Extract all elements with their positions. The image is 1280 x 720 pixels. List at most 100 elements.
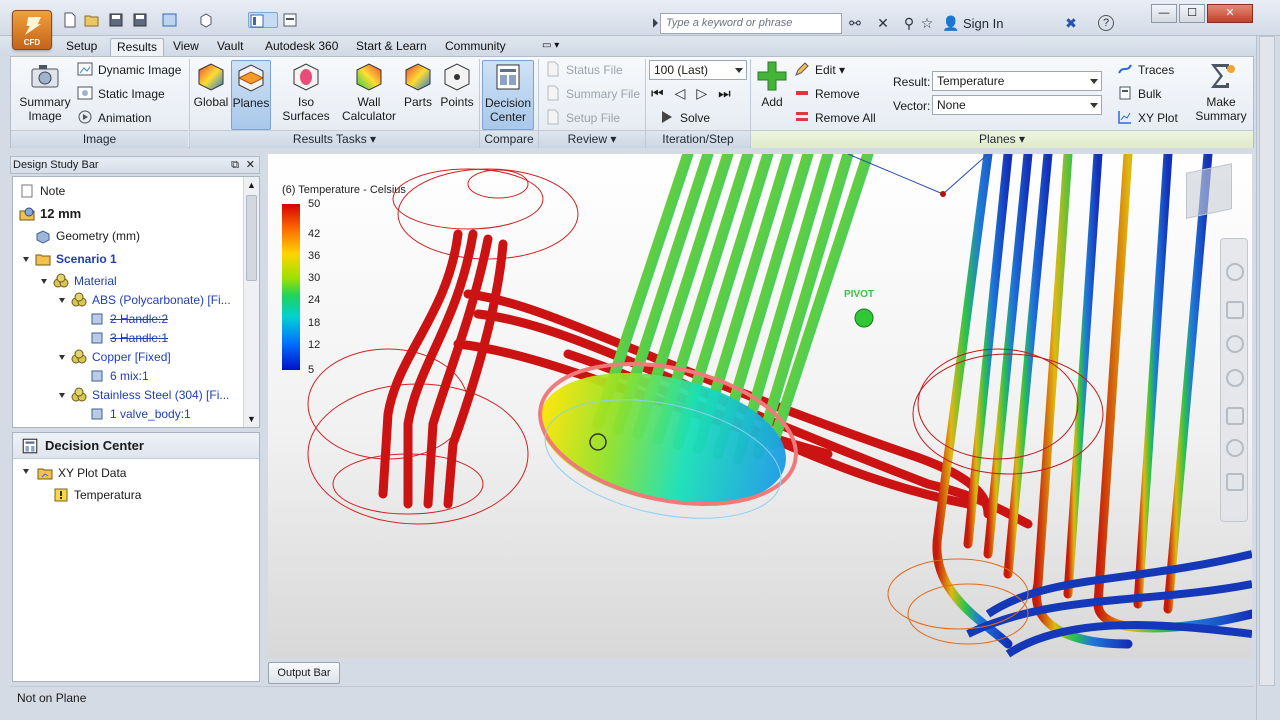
tree-scrollbar[interactable]: ▲ ▼	[243, 177, 259, 427]
summary-image-button[interactable]: Summary Image	[15, 60, 75, 123]
tree-item-scenario[interactable]: Scenario 1	[35, 249, 117, 269]
previous-step-icon[interactable]: ◁	[675, 85, 697, 101]
review-panel-title[interactable]: Review ▾	[539, 130, 645, 148]
sign-in-link[interactable]: Sign In	[963, 16, 1003, 31]
favorite-star-icon[interactable]: ☆	[918, 14, 936, 32]
key-icon[interactable]: ⚲	[900, 14, 918, 32]
tab-autodesk-360[interactable]: Autodesk 360	[259, 38, 344, 56]
iteration-select[interactable]: 100 (Last)	[649, 60, 747, 80]
tree-item-part[interactable]: 2 Handle:2	[89, 309, 168, 329]
tree-item-temperatura[interactable]: Temperatura	[53, 485, 141, 505]
look-at-icon[interactable]	[1226, 407, 1244, 425]
static-image-button[interactable]: Static Image	[77, 85, 165, 105]
collapse-icon[interactable]	[23, 257, 29, 262]
planes-panel-title[interactable]: Planes ▾	[751, 130, 1253, 148]
open-folder-icon[interactable]	[84, 12, 102, 28]
parts-button[interactable]: Parts	[399, 60, 437, 109]
float-panel-icon[interactable]: ⧉	[231, 157, 239, 173]
minimize-button[interactable]: —	[1151, 4, 1177, 23]
make-summary-button[interactable]: Make Summary	[1191, 60, 1251, 123]
tree-item-design[interactable]: 12 mm	[19, 204, 81, 224]
orbit-icon[interactable]	[1226, 369, 1244, 387]
close-window-button[interactable]: ✕	[1207, 4, 1253, 23]
output-bar-button[interactable]: Output Bar	[268, 662, 340, 684]
tab-view[interactable]: View	[167, 38, 205, 56]
new-file-icon[interactable]	[62, 12, 80, 28]
tab-start-learn[interactable]: Start & Learn	[350, 38, 433, 56]
tools-icon[interactable]: ✕	[874, 14, 892, 32]
save-icon[interactable]	[108, 12, 126, 28]
remove-all-planes-button[interactable]: Remove All	[794, 109, 876, 129]
window-icon[interactable]	[282, 12, 300, 28]
graphics-viewport[interactable]: (6) Temperature - Celsius 50 42 36 30 24…	[268, 154, 1252, 658]
ribbon-minimize-icon[interactable]: ▭ ▾	[536, 38, 565, 56]
panels-icon[interactable]	[248, 12, 278, 28]
free-orbit-icon[interactable]	[1226, 439, 1244, 457]
tree-item-note[interactable]: Note	[19, 181, 65, 201]
search-input[interactable]: Type a keyword or phrase	[660, 13, 842, 34]
application-menu-button[interactable]: CFD	[12, 10, 52, 50]
add-plane-button[interactable]: Add	[754, 60, 790, 109]
collapse-icon[interactable]	[23, 469, 29, 474]
walk-icon[interactable]	[1226, 473, 1244, 491]
search-expand-icon[interactable]	[653, 18, 658, 28]
results-tasks-panel-title[interactable]: Results Tasks ▾	[190, 130, 479, 148]
scroll-thumb[interactable]	[246, 195, 257, 281]
planes-button[interactable]: Planes	[231, 60, 271, 130]
solve-button[interactable]: Solve	[659, 109, 710, 129]
user-icon[interactable]: 👤	[942, 14, 960, 32]
dynamic-image-button[interactable]: Dynamic Image	[77, 61, 181, 81]
tree-item-xy-plot-data[interactable]: XY Plot Data	[37, 463, 126, 483]
tree-item-material-steel[interactable]: Stainless Steel (304) [Fi...	[71, 385, 229, 405]
tab-results[interactable]: Results	[110, 38, 165, 56]
global-button[interactable]: Global	[192, 60, 230, 109]
animation-button[interactable]: Animation	[77, 109, 151, 129]
pan-hand-icon[interactable]	[1226, 301, 1244, 319]
save-all-icon[interactable]	[132, 12, 150, 28]
traces-button[interactable]: Traces	[1117, 61, 1174, 81]
help-icon[interactable]: ?	[1098, 15, 1114, 31]
collapse-icon[interactable]	[59, 393, 65, 398]
setup-file-button[interactable]: Setup File	[545, 109, 620, 129]
tree-item-geometry[interactable]: Geometry (mm)	[35, 226, 140, 246]
first-step-icon[interactable]: ⏮	[651, 85, 675, 101]
bulk-button[interactable]: Bulk	[1117, 85, 1161, 105]
collapse-icon[interactable]	[59, 298, 65, 303]
steering-wheel-icon[interactable]	[1226, 263, 1244, 281]
vector-select[interactable]: None	[932, 95, 1102, 115]
iso-surfaces-button[interactable]: Iso Surfaces	[273, 60, 339, 123]
tab-vault[interactable]: Vault	[211, 38, 249, 56]
tab-community[interactable]: Community	[439, 38, 512, 56]
tab-setup[interactable]: Setup	[60, 38, 103, 56]
summary-file-button[interactable]: Summary File	[545, 85, 640, 105]
close-panel-icon[interactable]: ✕	[246, 157, 255, 173]
tree-item-material-copper[interactable]: Copper [Fixed]	[71, 347, 171, 367]
tree-item-material-abs[interactable]: ABS (Polycarbonate) [Fi...	[71, 290, 231, 310]
tree-item-material[interactable]: Material	[53, 271, 117, 291]
last-step-icon[interactable]: ⏭	[718, 85, 742, 101]
tree-item-part[interactable]: 3 Handle:1	[89, 328, 168, 348]
next-step-icon[interactable]: ▷	[696, 85, 718, 101]
remove-plane-button[interactable]: Remove	[794, 85, 860, 105]
select-icon[interactable]	[162, 12, 180, 28]
xy-plot-button[interactable]: XY Plot	[1117, 109, 1178, 129]
result-select[interactable]: Temperature	[932, 71, 1102, 91]
view-cube-icon[interactable]	[1186, 163, 1232, 219]
wall-calculator-button[interactable]: Wall Calculator	[341, 60, 397, 123]
collapse-icon[interactable]	[41, 279, 47, 284]
decision-center-button[interactable]: Decision Center	[482, 60, 534, 130]
maximize-button[interactable]: ☐	[1179, 4, 1205, 23]
view-cube-icon[interactable]	[198, 12, 216, 28]
tree-item-part[interactable]: 6 mix:1	[89, 366, 149, 386]
edit-plane-button[interactable]: Edit ▾	[794, 61, 845, 81]
points-button[interactable]: Points	[438, 60, 476, 109]
collapse-icon[interactable]	[59, 355, 65, 360]
exchange-icon[interactable]: ✖	[1062, 14, 1080, 32]
scroll-up-icon[interactable]: ▲	[244, 177, 259, 193]
zoom-icon[interactable]	[1226, 335, 1244, 353]
viewport-scrollbar[interactable]	[1259, 36, 1275, 686]
binoculars-icon[interactable]: ⚯	[846, 14, 864, 32]
status-file-button[interactable]: Status File	[545, 61, 623, 81]
tree-item-part[interactable]: 1 valve_body:1	[89, 404, 191, 424]
scroll-down-icon[interactable]: ▼	[244, 411, 259, 427]
